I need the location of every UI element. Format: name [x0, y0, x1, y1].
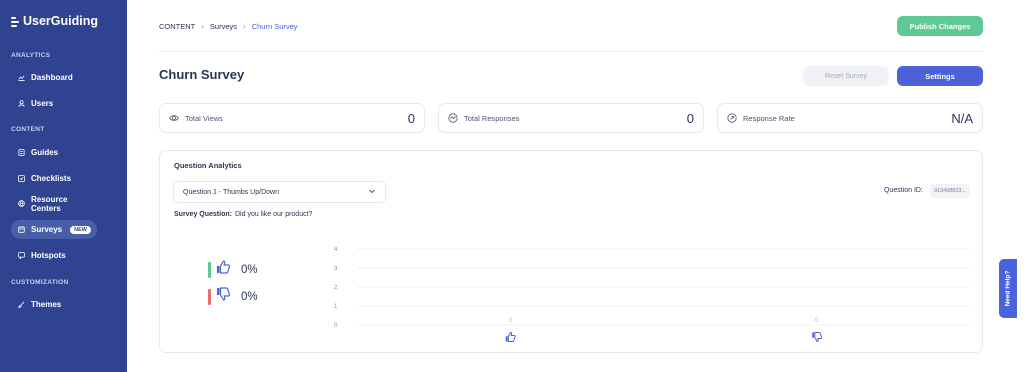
question-analytics-panel: Question Analytics Question 1 - Thumbs U…	[159, 150, 983, 353]
sidebar-item-guides[interactable]: Guides	[11, 143, 97, 162]
thumbs-down-icon	[812, 332, 823, 342]
bar-value-label: 0	[509, 318, 513, 324]
sidebar-item-label: Themes	[31, 300, 62, 309]
thumbs-up-icon	[505, 332, 516, 342]
thumbs-up-icon	[215, 259, 231, 280]
response-chart: 0 1 2 3 4 0 0	[334, 247, 970, 342]
sidebar-item-hotspots[interactable]: Hotspots	[11, 246, 97, 265]
breadcrumb-surveys[interactable]: Surveys	[210, 22, 237, 31]
survey-icon	[18, 226, 25, 233]
legend-color-bar	[208, 288, 211, 305]
legend-color-bar	[208, 261, 211, 278]
question-select-value: Question 1 - Thumbs Up/Down	[183, 188, 279, 196]
sidebar-item-label: Surveys	[31, 225, 63, 234]
sidebar: UserGuiding ANALYTICS Dashboard Users CO…	[0, 0, 127, 372]
user-icon	[18, 100, 25, 107]
y-tick-label: 1	[334, 304, 338, 310]
sidebar-item-label: Users	[31, 99, 54, 108]
rate-icon	[727, 113, 737, 123]
header-divider	[159, 51, 983, 52]
stat-label: Response Rate	[743, 113, 795, 123]
sidebar-item-label: Hotspots	[31, 251, 66, 260]
hotspot-icon	[18, 252, 25, 259]
section-label-customization: CUSTOMIZATION	[11, 279, 69, 286]
logo-text: UserGuiding	[23, 14, 99, 28]
responses-icon	[448, 113, 458, 123]
publish-changes-button[interactable]: Publish Changes	[897, 16, 983, 36]
settings-button[interactable]: Settings	[897, 66, 983, 86]
y-tick-label: 2	[334, 285, 338, 291]
legend-thumbs-down: 0%	[208, 286, 258, 307]
thumbs-up-percent: 0%	[241, 263, 258, 276]
breadcrumb-content[interactable]: CONTENT	[159, 22, 195, 31]
stat-label: Total Views	[185, 113, 223, 123]
sidebar-item-label: Guides	[31, 148, 59, 157]
chart-icon	[18, 74, 25, 81]
thumbs-down-percent: 0%	[241, 290, 258, 303]
globe-icon	[18, 200, 25, 207]
section-label-content: CONTENT	[11, 126, 45, 133]
sidebar-item-label: Checklists	[31, 174, 72, 183]
question-id-label: Question ID:	[884, 187, 923, 194]
y-tick-label: 4	[334, 247, 338, 253]
survey-question-text: Did you like our product?	[235, 211, 313, 218]
breadcrumb-current: Churn Survey	[251, 22, 298, 31]
new-badge: NEW	[70, 225, 91, 234]
stat-card-total-views: Total Views 0	[159, 103, 425, 133]
breadcrumb: CONTENT › Surveys › Churn Survey	[159, 22, 298, 31]
sidebar-item-resource-centers[interactable]: Resource Centers	[11, 194, 97, 213]
section-label-analytics: ANALYTICS	[11, 52, 51, 59]
stat-value: 0	[407, 110, 415, 126]
page-title: Churn Survey	[159, 67, 245, 82]
stat-card-response-rate: Response Rate N/A	[717, 103, 983, 133]
chevron-down-icon	[368, 187, 376, 197]
question-select[interactable]: Question 1 - Thumbs Up/Down	[173, 181, 386, 203]
legend-thumbs-up: 0%	[208, 259, 258, 280]
panel-title: Question Analytics	[174, 161, 242, 170]
brush-icon	[18, 301, 25, 308]
logo-icon	[11, 15, 20, 28]
guide-icon	[18, 149, 25, 156]
need-help-button[interactable]: Need Help?	[999, 259, 1017, 318]
reset-survey-button[interactable]: Reset Survey	[803, 66, 889, 86]
need-help-label: Need Help?	[1004, 270, 1012, 307]
stat-label: Total Responses	[464, 113, 520, 123]
userguiding-logo[interactable]: UserGuiding	[11, 14, 98, 28]
stat-card-total-responses: Total Responses 0	[438, 103, 704, 133]
thumbs-down-icon	[215, 286, 231, 307]
y-tick-label: 0	[334, 323, 338, 329]
sidebar-item-dashboard[interactable]: Dashboard	[11, 68, 97, 87]
y-tick-label: 3	[334, 266, 338, 272]
chevron-right-icon: ›	[243, 22, 246, 31]
sidebar-item-label: Dashboard	[31, 73, 73, 82]
eye-icon	[169, 113, 179, 123]
survey-question-label: Survey Question:	[174, 211, 232, 218]
stat-value: 0	[686, 110, 694, 126]
stat-value: N/A	[951, 110, 973, 126]
sidebar-item-label: Resource Centers	[31, 194, 68, 213]
sidebar-item-users[interactable]: Users	[11, 94, 97, 113]
bar-value-label: 0	[815, 318, 819, 324]
question-id-value[interactable]: 913498823...	[930, 184, 970, 198]
sidebar-item-surveys[interactable]: Surveys NEW	[11, 220, 97, 239]
chevron-right-icon: ›	[201, 22, 204, 31]
sidebar-item-themes[interactable]: Themes	[11, 295, 97, 314]
sidebar-item-checklists[interactable]: Checklists	[11, 169, 97, 188]
checklist-icon	[18, 175, 25, 182]
